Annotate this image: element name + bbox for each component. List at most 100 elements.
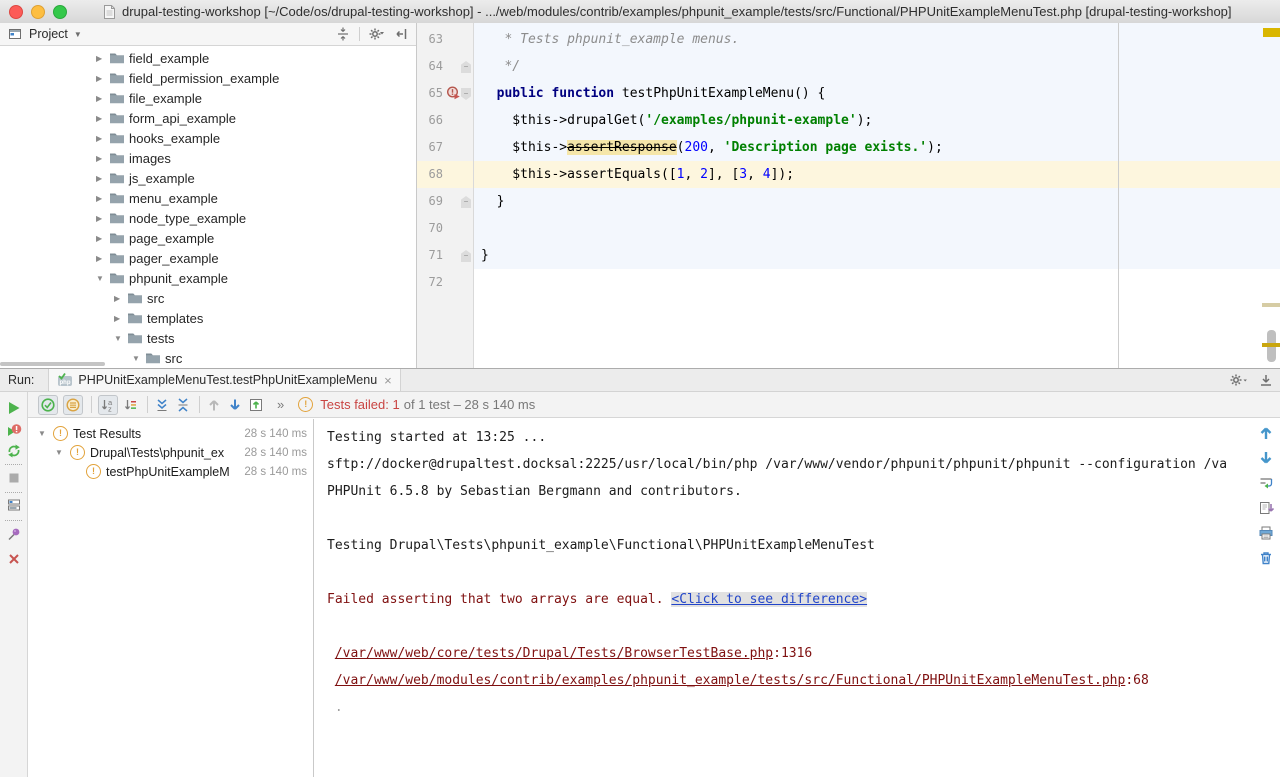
chevron-down-icon[interactable]: ▼: [55, 448, 70, 457]
down-stack-trace-button[interactable]: [1258, 450, 1274, 466]
chevron-down-icon[interactable]: ▼: [38, 429, 53, 438]
chevron-icon[interactable]: ▶: [96, 74, 109, 83]
code-editor[interactable]: 63 * Tests phpunit_example menus.64− */6…: [417, 23, 1280, 368]
project-tree-item[interactable]: ▶field_example: [0, 48, 416, 68]
folder-icon: [127, 311, 143, 325]
ide-window: drupal-testing-workshop [~/Code/os/drupa…: [0, 0, 1280, 777]
project-tree-item[interactable]: ▶page_example: [0, 228, 416, 248]
expand-all-button[interactable]: [154, 397, 170, 413]
sort-alphabetically-button[interactable]: az: [98, 395, 118, 415]
chevron-icon[interactable]: ▶: [114, 294, 127, 303]
code-token: }: [481, 248, 489, 263]
rerun-button[interactable]: [6, 400, 22, 416]
line-number: 67: [417, 134, 443, 161]
chevron-icon[interactable]: ▶: [114, 314, 127, 323]
soft-wrap-icon[interactable]: [1258, 475, 1274, 491]
project-tree-item[interactable]: ▼ phpunit_example: [0, 268, 416, 288]
code-line[interactable]: [473, 269, 1280, 296]
project-tree-item[interactable]: ▼tests: [0, 328, 416, 348]
chevron-icon[interactable]: ▼: [114, 334, 127, 343]
chevron-icon[interactable]: ▼: [132, 354, 145, 363]
scroll-to-end-icon[interactable]: [1258, 500, 1274, 516]
project-panel-title[interactable]: Project: [29, 27, 68, 41]
project-tree-item[interactable]: ▶node_type_example: [0, 208, 416, 228]
project-tree-item[interactable]: ▶js_example: [0, 168, 416, 188]
project-tree-item[interactable]: ▶menu_example: [0, 188, 416, 208]
chevron-icon[interactable]: ▶: [96, 114, 109, 123]
close-window-button[interactable]: [9, 5, 23, 19]
stop-button[interactable]: [6, 470, 22, 486]
up-stack-trace-button[interactable]: [1258, 425, 1274, 441]
import-test-results-button[interactable]: [248, 397, 264, 413]
chevron-icon[interactable]: ▶: [96, 134, 109, 143]
gear-icon[interactable]: [368, 26, 386, 42]
test-tree-item[interactable]: ▼!Test Results28 s 140 ms: [28, 424, 313, 443]
toolbar-overflow-chevron[interactable]: »: [277, 397, 284, 412]
gear-icon[interactable]: [1228, 372, 1248, 388]
run-configuration-tab[interactable]: php PHPUnitExampleMenuTest.testPhpUnitEx…: [48, 369, 400, 391]
folder-icon: [109, 71, 125, 85]
chevron-icon[interactable]: ▶: [96, 234, 109, 243]
next-failed-test-button[interactable]: [227, 397, 243, 413]
previous-failed-test-button[interactable]: [206, 397, 222, 413]
test-tree-item[interactable]: ▼!Drupal\Tests\phpunit_ex28 s 140 ms: [28, 443, 313, 462]
hide-tool-window-icon[interactable]: [1258, 372, 1274, 388]
stack-trace-link[interactable]: /var/www/web/core/tests/Drupal/Tests/Bro…: [335, 646, 773, 661]
view-diff-link[interactable]: <Click to see difference>: [671, 592, 867, 607]
zoom-window-button[interactable]: [53, 5, 67, 19]
folder-icon: [109, 111, 125, 125]
error-stripe-mark[interactable]: [1262, 343, 1280, 347]
close-icon[interactable]: ×: [384, 374, 392, 387]
show-ignored-button[interactable]: [63, 395, 83, 415]
chevron-icon[interactable]: ▶: [96, 154, 109, 163]
stack-trace-link[interactable]: /var/www/web/modules/contrib/examples/ph…: [335, 673, 1126, 688]
project-tree-item[interactable]: ▶ file_example: [0, 88, 416, 108]
project-tree-item[interactable]: ▶field_permission_example: [0, 68, 416, 88]
code-line[interactable]: */: [473, 53, 1280, 80]
project-tree-item[interactable]: ▶form_api_example: [0, 108, 416, 128]
chevron-icon[interactable]: ▶: [96, 214, 109, 223]
project-tree-item[interactable]: ▶images: [0, 148, 416, 168]
chevron-icon[interactable]: ▶: [96, 194, 109, 203]
resize-divider-icon[interactable]: [335, 26, 351, 42]
chevron-icon[interactable]: ▶: [96, 174, 109, 183]
code-line[interactable]: $this->assertEquals([1, 2], [3, 4]);: [473, 161, 1280, 188]
chevron-icon[interactable]: ▶: [96, 94, 109, 103]
error-stripe-warning-indicator[interactable]: [1263, 28, 1280, 37]
error-stripe-mark[interactable]: [1262, 303, 1280, 307]
chevron-icon[interactable]: ▶: [96, 254, 109, 263]
toggle-auto-test-button[interactable]: [6, 443, 22, 459]
sort-by-duration-button[interactable]: [123, 397, 139, 413]
project-tree-item[interactable]: ▶pager_example: [0, 248, 416, 268]
chevron-down-icon[interactable]: ▼: [74, 30, 82, 39]
close-button[interactable]: [6, 551, 22, 567]
project-tree-item[interactable]: ▶src: [0, 288, 416, 308]
tree-item-label: phpunit_example: [129, 271, 228, 286]
pin-tab-button[interactable]: [6, 526, 22, 542]
chevron-icon[interactable]: ▼: [96, 274, 109, 283]
hide-panel-icon[interactable]: [394, 26, 410, 42]
print-icon[interactable]: [1258, 525, 1274, 541]
code-line[interactable]: [473, 215, 1280, 242]
restore-layout-button[interactable]: [6, 497, 22, 513]
code-line[interactable]: $this->assertResponse(200, 'Description …: [473, 134, 1280, 161]
failed-test-gutter-icon[interactable]: [446, 86, 462, 101]
minimize-window-button[interactable]: [31, 5, 45, 19]
tree-item-label: file_example: [129, 91, 202, 106]
code-line[interactable]: }: [473, 188, 1280, 215]
code-line[interactable]: }: [473, 242, 1280, 269]
test-console[interactable]: Testing started at 13:25 ...sftp://docke…: [314, 419, 1252, 777]
code-line[interactable]: public function testPhpUnitExampleMenu()…: [473, 80, 1280, 107]
rerun-failed-tests-button[interactable]: [6, 423, 22, 439]
show-passed-button[interactable]: [38, 395, 58, 415]
code-line[interactable]: * Tests phpunit_example menus.: [473, 26, 1280, 53]
code-line[interactable]: $this->drupalGet('/examples/phpunit-exam…: [473, 107, 1280, 134]
chevron-icon[interactable]: ▶: [96, 54, 109, 63]
clear-all-trash-icon[interactable]: [1258, 550, 1274, 566]
horizontal-scrollbar[interactable]: [0, 362, 105, 366]
project-tree-item[interactable]: ▶hooks_example: [0, 128, 416, 148]
collapse-all-button[interactable]: [175, 397, 191, 413]
test-tree-item[interactable]: !testPhpUnitExampleM28 s 140 ms: [28, 462, 313, 481]
code-token: [481, 86, 497, 101]
project-tree-item[interactable]: ▶templates: [0, 308, 416, 328]
